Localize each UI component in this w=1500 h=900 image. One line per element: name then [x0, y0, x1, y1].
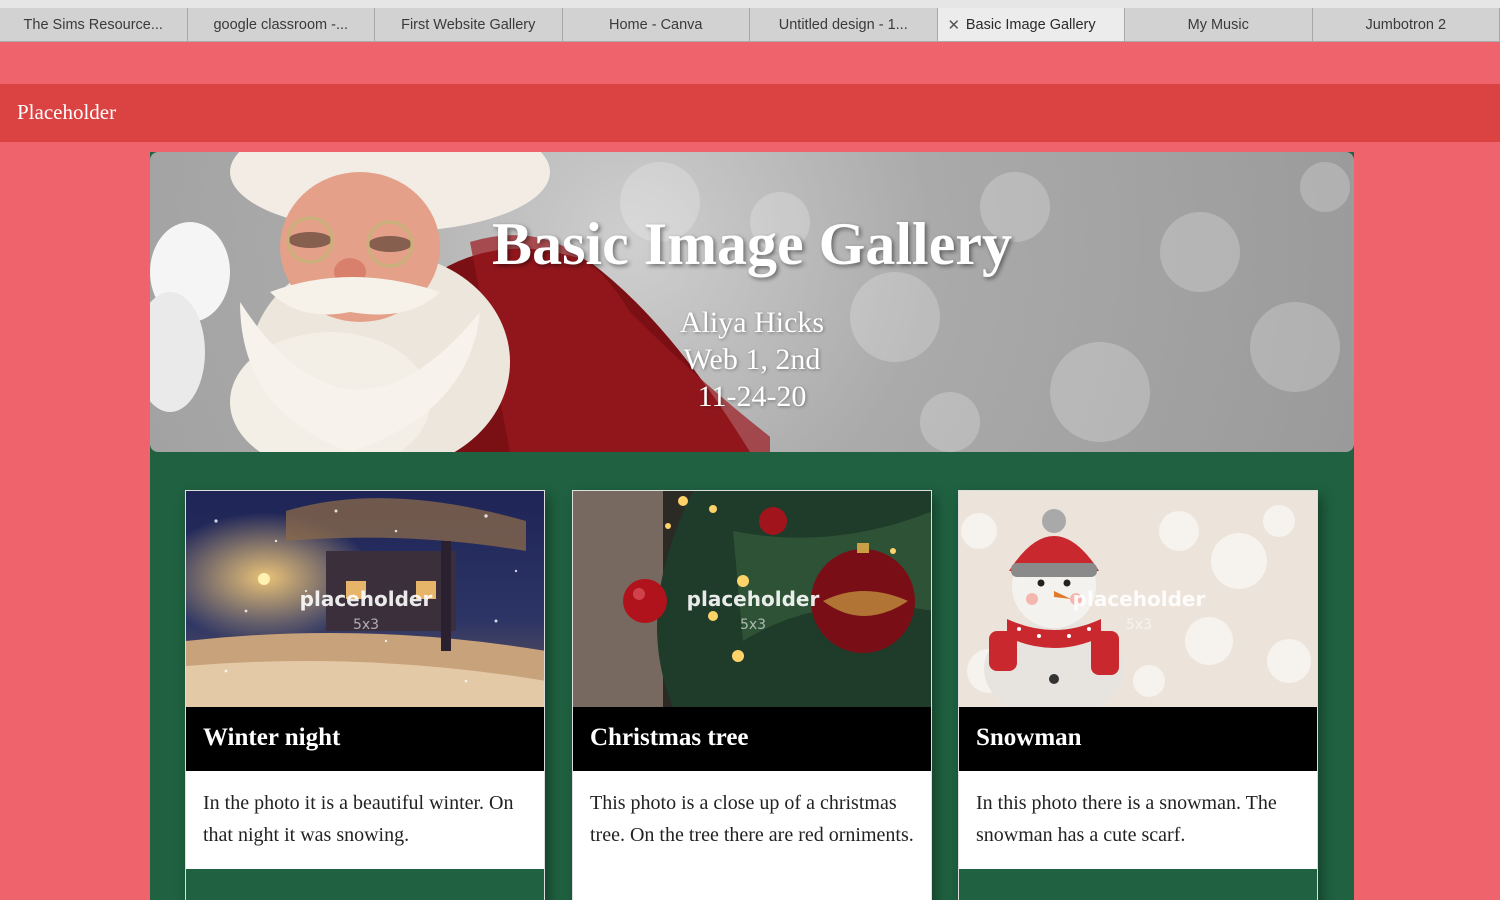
bokeh-decoration: [1300, 162, 1350, 212]
card-text: In this photo there is a snowman. The sn…: [976, 792, 1277, 846]
browser-tab[interactable]: Home - Canva: [562, 8, 750, 41]
tab-label: My Music: [1187, 16, 1249, 33]
class-period: Web 1, 2nd: [683, 343, 821, 376]
card-footer: [959, 869, 1317, 900]
placeholder-size: 5x3: [739, 617, 767, 633]
card-title-bar: Christmas tree: [573, 707, 931, 771]
browser-tab[interactable]: My Music: [1125, 8, 1313, 41]
close-tab-icon[interactable]: ✕: [948, 16, 961, 34]
card-image: placeholder 5x3: [959, 491, 1317, 707]
card-title-bar: Snowman: [959, 707, 1317, 771]
gallery-card: placeholder 5x3 Snowman In this photo th…: [958, 490, 1318, 900]
navbar-brand[interactable]: Placeholder: [17, 100, 116, 125]
placeholder-size: 5x3: [352, 617, 380, 633]
browser-tab[interactable]: First Website Gallery: [375, 8, 563, 41]
card-footer: [186, 869, 544, 900]
navbar: Placeholder: [0, 84, 1500, 142]
card-image: placeholder 5x3: [186, 491, 544, 707]
tab-label: First Website Gallery: [401, 16, 536, 33]
placeholder-label: placeholder: [299, 587, 433, 611]
browser-tab[interactable]: google classroom -...: [187, 8, 375, 41]
browser-tab-active[interactable]: ✕ Basic Image Gallery: [937, 8, 1125, 41]
browser-tab-strip: The Sims Resource... google classroom -.…: [0, 0, 1500, 42]
card-title-bar: Winter night: [186, 707, 544, 771]
browser-tab[interactable]: Jumbotron 2: [1312, 8, 1500, 41]
tab-label: Untitled design - 1...: [778, 16, 908, 33]
tab-label: Basic Image Gallery: [965, 16, 1096, 33]
card-title: Christmas tree: [590, 724, 749, 751]
gallery-card: placeholder 5x3 Winter night In the phot…: [185, 490, 545, 900]
placeholder-label: placeholder: [686, 587, 820, 611]
card-title: Snowman: [976, 724, 1082, 751]
author-name: Aliya Hicks: [679, 306, 825, 339]
tab-label: Home - Canva: [609, 16, 703, 33]
jumbotron: Basic Image Gallery Aliya Hicks Web 1, 2…: [150, 152, 1354, 452]
placeholder-size: 5x3: [1125, 617, 1153, 633]
gallery-card: placeholder 5x3 Christmas tree This phot…: [572, 490, 932, 900]
card-text: In the photo it is a beautiful winter. O…: [203, 792, 514, 846]
card-text: This photo is a close up of a christmas …: [590, 792, 914, 846]
tab-label: google classroom -...: [213, 16, 349, 33]
browser-tab[interactable]: Untitled design - 1...: [750, 8, 938, 41]
browser-tab[interactable]: The Sims Resource...: [0, 8, 188, 41]
main-container: Basic Image Gallery Aliya Hicks Web 1, 2…: [150, 152, 1354, 900]
page-title: Basic Image Gallery: [492, 211, 1012, 277]
card-image: placeholder 5x3: [573, 491, 931, 707]
card-title: Winter night: [203, 724, 341, 751]
date: 11-24-20: [697, 380, 807, 413]
tab-label: The Sims Resource...: [23, 16, 163, 33]
tab-label: Jumbotron 2: [1365, 16, 1447, 33]
author-info: Aliya Hicks Web 1, 2nd 11-24-20: [150, 304, 1354, 415]
placeholder-label: placeholder: [1072, 587, 1206, 611]
